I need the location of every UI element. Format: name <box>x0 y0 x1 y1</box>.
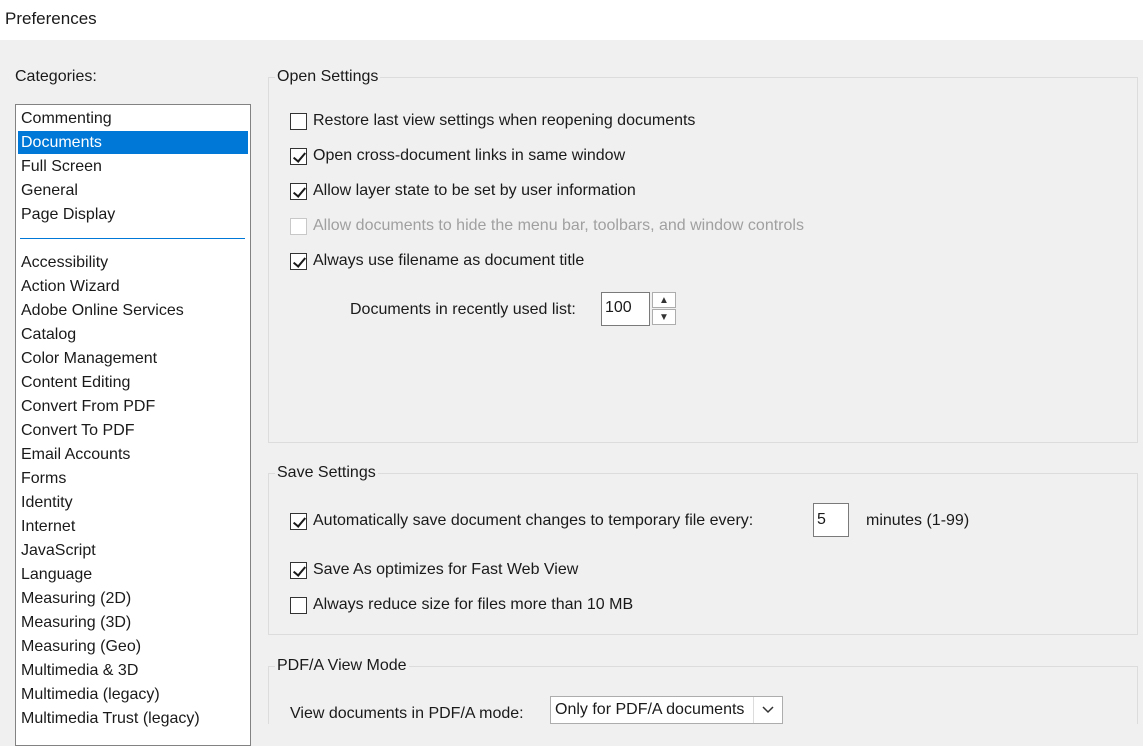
recent-list-down-button[interactable]: ▼ <box>652 309 676 325</box>
categories-label: Categories: <box>15 68 97 85</box>
cross-doc-links-label: Open cross-document links in same window <box>313 147 626 164</box>
category-item-accessibility[interactable]: Accessibility <box>18 251 248 274</box>
category-item-multimedia-legacy[interactable]: Multimedia (legacy) <box>18 683 248 706</box>
restore-view-checkbox[interactable] <box>290 112 307 130</box>
pdfa-mode-select[interactable]: Only for PDF/A documents <box>550 696 783 724</box>
category-item-page-display[interactable]: Page Display <box>18 203 248 226</box>
hide-menu-label: Allow documents to hide the menu bar, to… <box>313 217 804 234</box>
recent-list-up-button[interactable]: ▲ <box>652 292 676 308</box>
save-settings-title: Save Settings <box>275 464 378 482</box>
hide-menu-checkbox <box>290 217 307 235</box>
filename-title-checkbox[interactable] <box>290 252 307 270</box>
category-item-measuring-3d[interactable]: Measuring (3D) <box>18 611 248 634</box>
auto-save-option[interactable]: Automatically save document changes to t… <box>290 510 753 532</box>
open-settings-title: Open Settings <box>275 68 381 86</box>
category-item-commenting[interactable]: Commenting <box>18 107 248 130</box>
category-separator <box>20 238 245 239</box>
recent-list-input[interactable]: 100 <box>601 292 650 326</box>
categories-list[interactable]: Commenting Documents Full Screen General… <box>15 104 251 746</box>
category-item-email-accounts[interactable]: Email Accounts <box>18 443 248 466</box>
window-title: Preferences <box>5 9 97 28</box>
fast-web-checkbox[interactable] <box>290 561 307 579</box>
category-item-color-management[interactable]: Color Management <box>18 347 248 370</box>
category-item-adobe-online-services[interactable]: Adobe Online Services <box>18 299 248 322</box>
filename-title-option[interactable]: Always use filename as document title <box>290 250 584 272</box>
category-item-multimedia-trust-legacy[interactable]: Multimedia Trust (legacy) <box>18 707 248 730</box>
layer-state-checkbox[interactable] <box>290 182 307 200</box>
category-item-multimedia-3d[interactable]: Multimedia & 3D <box>18 659 248 682</box>
reduce-size-label: Always reduce size for files more than 1… <box>313 596 634 613</box>
arrow-up-icon: ▲ <box>659 294 669 306</box>
category-item-convert-from-pdf[interactable]: Convert From PDF <box>18 395 248 418</box>
category-item-measuring-2d[interactable]: Measuring (2D) <box>18 587 248 610</box>
fast-web-label: Save As optimizes for Fast Web View <box>313 561 579 578</box>
category-item-internet[interactable]: Internet <box>18 515 248 538</box>
category-item-action-wizard[interactable]: Action Wizard <box>18 275 248 298</box>
fast-web-option[interactable]: Save As optimizes for Fast Web View <box>290 559 578 581</box>
category-item-general[interactable]: General <box>18 179 248 202</box>
category-item-convert-to-pdf[interactable]: Convert To PDF <box>18 419 248 442</box>
auto-save-label: Automatically save document changes to t… <box>313 512 754 529</box>
auto-save-minutes-input[interactable]: 5 <box>813 503 849 537</box>
hide-menu-option: Allow documents to hide the menu bar, to… <box>290 215 804 237</box>
category-item-documents[interactable]: Documents <box>18 131 248 154</box>
recent-list-label: Documents in recently used list: <box>350 301 576 318</box>
title-bar: Preferences <box>0 0 1143 40</box>
filename-title-label: Always use filename as document title <box>313 252 585 269</box>
auto-save-checkbox[interactable] <box>290 512 307 530</box>
layer-state-option[interactable]: Allow layer state to be set by user info… <box>290 180 636 202</box>
layer-state-label: Allow layer state to be set by user info… <box>313 182 636 199</box>
category-item-full-screen[interactable]: Full Screen <box>18 155 248 178</box>
restore-view-label: Restore last view settings when reopenin… <box>313 112 696 129</box>
pdfa-mode-label: View documents in PDF/A mode: <box>290 705 524 722</box>
category-item-catalog[interactable]: Catalog <box>18 323 248 346</box>
category-item-identity[interactable]: Identity <box>18 491 248 514</box>
category-item-forms[interactable]: Forms <box>18 467 248 490</box>
category-item-content-editing[interactable]: Content Editing <box>18 371 248 394</box>
category-item-javascript[interactable]: JavaScript <box>18 539 248 562</box>
reduce-size-checkbox[interactable] <box>290 596 307 614</box>
reduce-size-option[interactable]: Always reduce size for files more than 1… <box>290 594 633 616</box>
arrow-down-icon: ▼ <box>659 311 669 323</box>
auto-save-unit-label: minutes (1-99) <box>866 512 970 529</box>
cross-doc-links-checkbox[interactable] <box>290 147 307 165</box>
category-item-language[interactable]: Language <box>18 563 248 586</box>
cross-doc-links-option[interactable]: Open cross-document links in same window <box>290 145 625 167</box>
chevron-down-icon <box>753 697 782 723</box>
pdfa-title: PDF/A View Mode <box>275 657 409 675</box>
pdfa-mode-value: Only for PDF/A documents <box>555 701 745 718</box>
restore-view-option[interactable]: Restore last view settings when reopenin… <box>290 110 695 132</box>
category-item-measuring-geo[interactable]: Measuring (Geo) <box>18 635 248 658</box>
